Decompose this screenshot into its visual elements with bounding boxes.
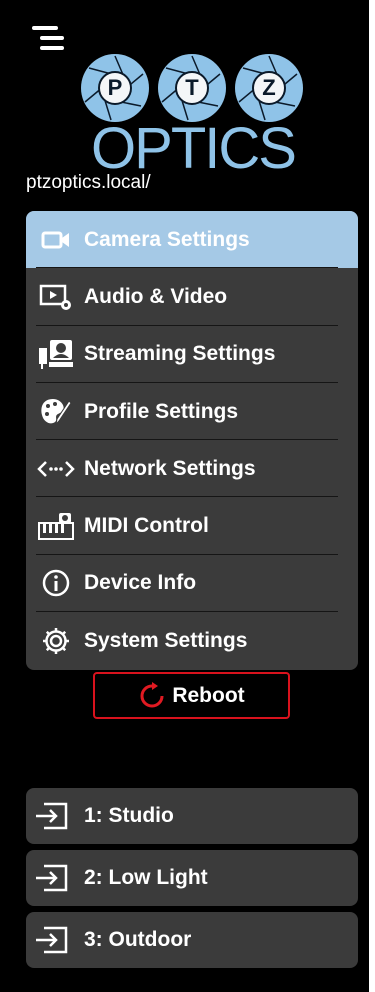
- menu-item-label: Audio & Video: [84, 284, 228, 308]
- reboot-button[interactable]: Reboot: [93, 672, 290, 719]
- logo-circle-t: T: [158, 54, 226, 122]
- menu-item-system-settings[interactable]: System Settings: [26, 612, 358, 669]
- preset-low-light[interactable]: 2: Low Light: [26, 850, 358, 906]
- logo-wordmark: OPTICS: [91, 116, 297, 181]
- menu-item-network-settings[interactable]: Network Settings: [26, 440, 358, 498]
- menu-item-audio-video[interactable]: Audio & Video: [26, 268, 358, 326]
- menu-item-label: Device Info: [84, 571, 197, 595]
- menu-item-label: Streaming Settings: [84, 342, 276, 366]
- logo-circle-z: Z: [235, 54, 303, 122]
- device-hostname: ptzoptics.local/: [26, 172, 151, 193]
- refresh-icon: [138, 681, 166, 710]
- midi-icon: [34, 510, 78, 542]
- preset-label: 1: Studio: [84, 804, 174, 827]
- menu-item-profile-settings[interactable]: Profile Settings: [26, 383, 358, 441]
- menu-item-label: System Settings: [84, 628, 248, 652]
- menu-item-label: Profile Settings: [84, 399, 239, 423]
- preset-outdoor[interactable]: 3: Outdoor: [26, 912, 358, 968]
- input-icon: [34, 925, 70, 955]
- info-icon: [34, 567, 78, 599]
- ptz-optics-logo: P T Z OPTICS: [78, 54, 308, 178]
- input-icon: [34, 801, 70, 831]
- hamburger-icon[interactable]: [32, 24, 66, 52]
- preset-label: 3: Outdoor: [84, 928, 192, 951]
- audio-video-icon: [34, 281, 78, 313]
- preset-studio[interactable]: 1: Studio: [26, 788, 358, 844]
- input-icon: [34, 863, 70, 893]
- camera-icon: [34, 224, 78, 256]
- preset-label: 2: Low Light: [84, 866, 208, 889]
- settings-menu: Camera Settings Audio & Video Streaming …: [26, 211, 358, 670]
- menu-item-streaming-settings[interactable]: Streaming Settings: [26, 326, 358, 383]
- menu-item-label: Network Settings: [84, 456, 256, 480]
- menu-item-label: MIDI Control: [84, 514, 209, 538]
- reboot-label: Reboot: [172, 683, 245, 707]
- sidebar-panel: P T Z OPTICS ptzoptics.local/ Camera Set…: [0, 0, 369, 992]
- menu-item-label: Camera Settings: [84, 227, 250, 251]
- streaming-icon: [34, 338, 78, 370]
- network-icon: [34, 453, 78, 485]
- gear-icon: [34, 625, 78, 657]
- palette-icon: [34, 396, 78, 428]
- menu-item-midi-control[interactable]: MIDI Control: [26, 497, 358, 555]
- logo-circle-p: P: [81, 54, 149, 122]
- menu-item-device-info[interactable]: Device Info: [26, 555, 358, 613]
- menu-item-camera-settings[interactable]: Camera Settings: [26, 211, 358, 269]
